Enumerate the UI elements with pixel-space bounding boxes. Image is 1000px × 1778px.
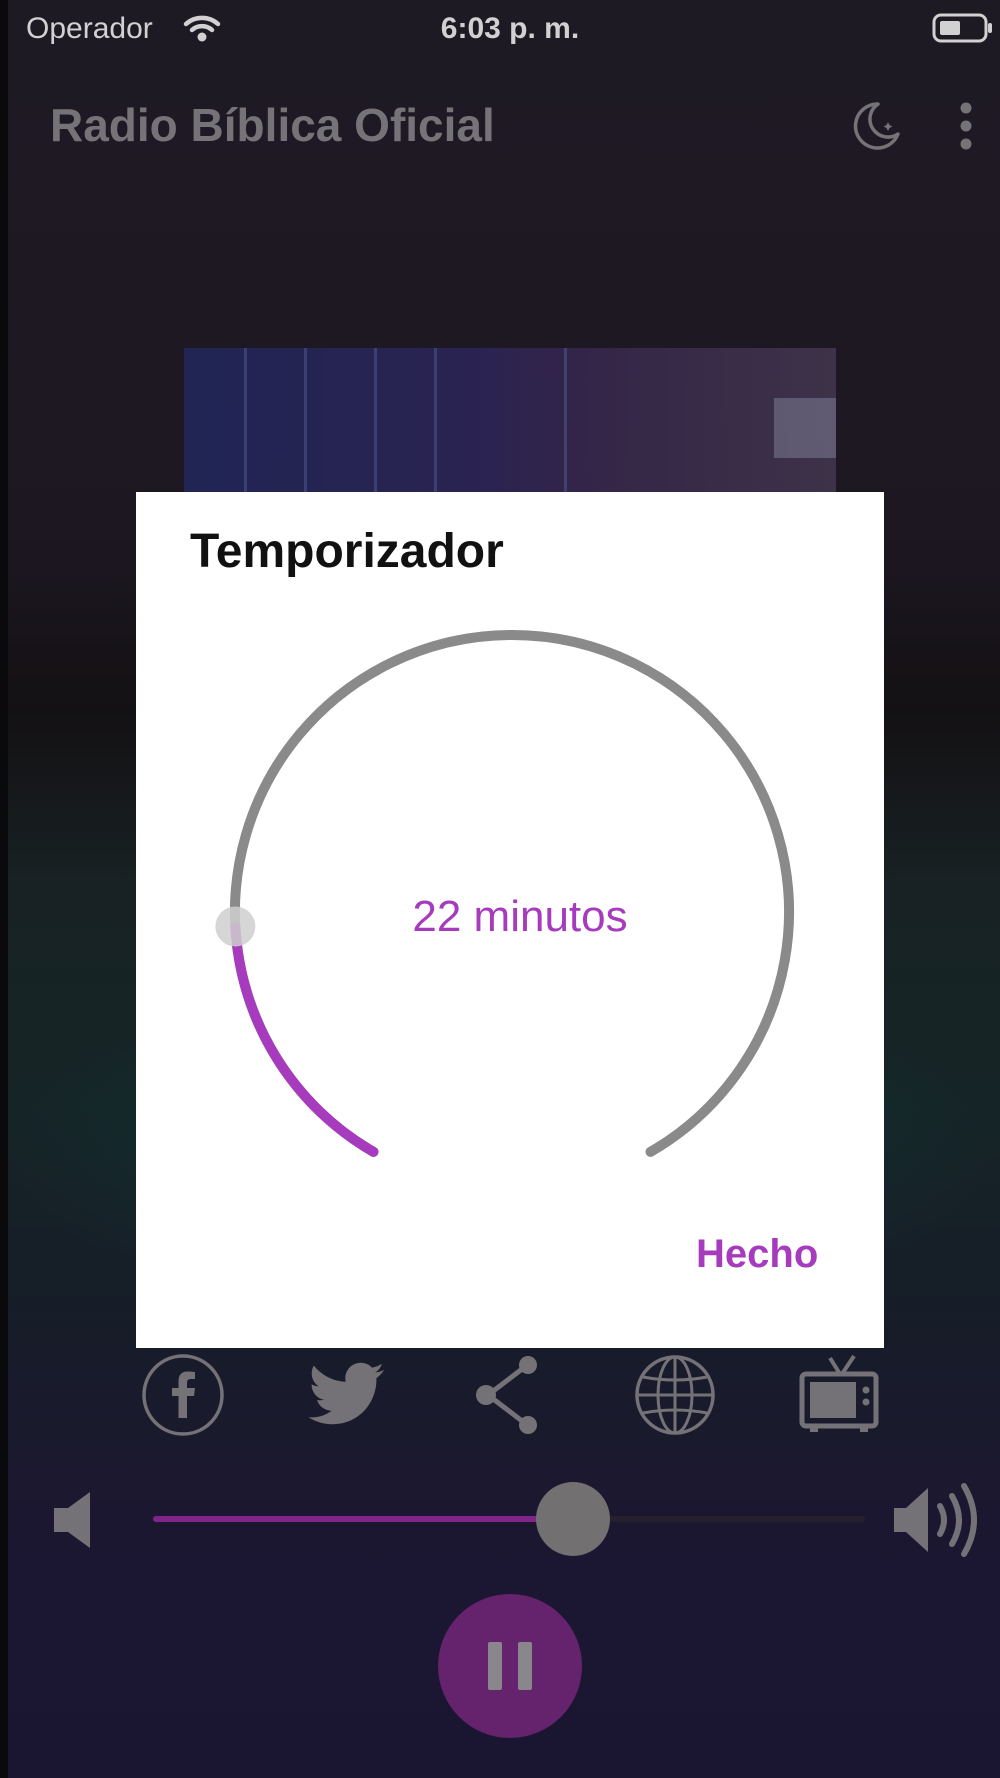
dialog-title: Temporizador <box>190 525 504 578</box>
done-button[interactable]: Hecho <box>696 1232 818 1277</box>
timer-dialog: Temporizador 22 minutos Hecho <box>136 492 884 1348</box>
timer-value-label: 22 minutos <box>412 892 628 941</box>
dial-progress <box>230 921 379 1157</box>
